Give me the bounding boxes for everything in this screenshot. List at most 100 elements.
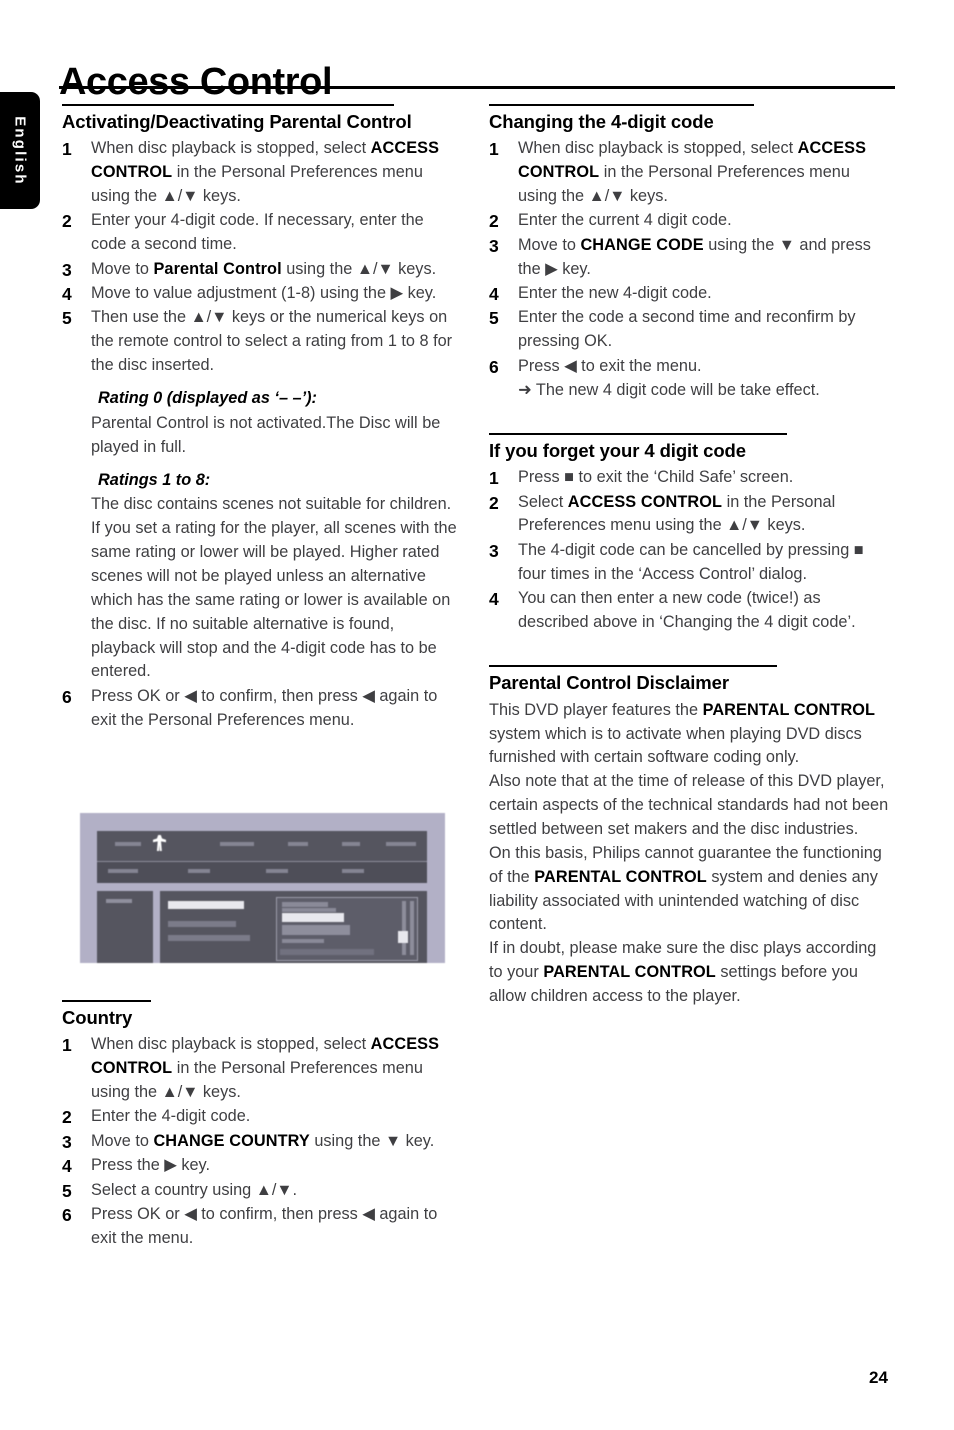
osd-tab-label <box>220 842 254 846</box>
language-tab-label: English <box>11 115 29 186</box>
osd-subtab-label <box>342 869 364 873</box>
section-heading: Parental Control Disclaimer <box>489 672 729 694</box>
section-activating-deactivating-parental-control: Activating/Deactivating Parental Control… <box>62 104 462 733</box>
left-column: Activating/Deactivating Parental Control… <box>62 104 462 734</box>
step-number: 5 <box>62 308 72 329</box>
step-list: 1 When disc playback is stopped, select A… <box>62 137 462 378</box>
note-body: Parental Control is not activated.The Di… <box>91 413 441 456</box>
section-rule <box>62 104 394 106</box>
step-number: 1 <box>62 1035 72 1056</box>
list-item: 3 Move to CHANGE COUNTRY using the ▼ key. <box>62 1130 462 1154</box>
step-text: Enter the 4-digit code. <box>91 1107 251 1126</box>
page-title: Access Control <box>59 61 333 104</box>
step-number: 2 <box>489 211 499 232</box>
step-text: Move to CHANGE COUNTRY using the ▼ key. <box>91 1131 435 1150</box>
step-number: 1 <box>489 139 499 160</box>
step-number: 3 <box>489 540 499 561</box>
step-number: 4 <box>62 284 72 305</box>
list-item: 2 Enter your 4-digit code. If necessary, … <box>62 209 462 257</box>
list-item: 4 Move to value adjustment (1-8) using th… <box>62 282 462 306</box>
step-number: 3 <box>62 1131 72 1152</box>
step-text: Press ■ to exit the ‘Child Safe’ screen. <box>518 468 794 487</box>
list-item: 4 You can then enter a new code (twice!) … <box>489 587 889 635</box>
list-item: 1 When disc playback is stopped, select A… <box>62 137 462 209</box>
page-number: 24 <box>869 1368 888 1387</box>
step-text: Enter the current 4 digit code. <box>518 211 732 230</box>
step-number: 5 <box>489 308 499 329</box>
step-text: Move to Parental Control using the ▲/▼ k… <box>91 259 437 278</box>
step-text: When disc playback is stopped, select AC… <box>91 1035 440 1102</box>
step-number: 3 <box>489 235 499 256</box>
left-column-lower: Country 1 When disc playback is stopped, … <box>62 1000 462 1251</box>
osd-left-item <box>106 899 132 903</box>
disclaimer-body: This DVD player features the PARENTAL CO… <box>489 699 889 1009</box>
osd-scrollbar-secondary[interactable] <box>410 901 414 955</box>
list-item: 2 Select ACCESS CONTROL in the Personal P… <box>489 491 889 539</box>
list-item: 2 Enter the 4-digit code. <box>62 1105 462 1129</box>
list-item: 1 When disc playback is stopped, select A… <box>489 137 889 209</box>
right-column: Changing the 4-digit code 1 When disc pla… <box>489 104 889 1009</box>
step-list: 1 Press ■ to exit the ‘Child Safe’ screen… <box>489 466 889 635</box>
paragraph: If in doubt, please make sure the disc p… <box>489 939 877 1005</box>
list-item: 4 Enter the new 4-digit code. <box>489 282 889 306</box>
osd-access-control-title <box>168 901 244 909</box>
step-text: Move to value adjustment (1-8) using the… <box>91 284 437 303</box>
note-rating-0: Rating 0 (displayed as ‘– –’): Parental … <box>62 387 462 460</box>
section-country: Country 1 When disc playback is stopped, … <box>62 1000 462 1251</box>
osd-dialog-line <box>282 902 328 907</box>
step-text: Then use the ▲/▼ keys or the numerical k… <box>91 308 453 375</box>
osd-tab-label <box>288 842 308 846</box>
osd-dialog-footer <box>280 949 374 955</box>
step-number: 3 <box>62 259 72 280</box>
paragraph: Also note that at the time of release of… <box>489 772 889 838</box>
step-text: Press the ▶ key. <box>91 1156 210 1175</box>
osd-top-bar <box>97 831 427 861</box>
step-list-final: 6 Press OK or ◀ to confirm, then press ◀ … <box>62 685 462 733</box>
list-item: 5 Then use the ▲/▼ keys or the numerical … <box>62 306 462 378</box>
substep-result: ➜ The new 4 digit code will be take effe… <box>518 381 820 399</box>
section-if-you-forget-your-4-digit-code: If you forget your 4 digit code 1 Press ■… <box>489 432 889 635</box>
step-number: 1 <box>62 139 72 160</box>
list-item: 5 Enter the code a second time and reconf… <box>489 306 889 354</box>
section-heading: Activating/Deactivating Parental Control <box>62 111 412 132</box>
step-number: 6 <box>489 356 499 377</box>
step-text: The 4-digit code can be cancelled by pre… <box>518 540 864 583</box>
list-item: 6 Press OK or ◀ to confirm, then press ◀ … <box>62 1203 462 1251</box>
step-text: Select a country using ▲/▼. <box>91 1180 297 1199</box>
osd-subtab-label <box>188 869 210 873</box>
osd-dialog-line <box>282 939 324 943</box>
list-item: 3 Move to Parental Control using the ▲/▼ … <box>62 258 462 282</box>
step-text: When disc playback is stopped, select AC… <box>518 139 867 206</box>
list-item: 3 Move to CHANGE CODE using the ▼ and pre… <box>489 234 889 282</box>
step-number: 1 <box>489 468 499 489</box>
section-rule <box>489 432 787 435</box>
note-title: Rating 0 (displayed as ‘– –’): <box>98 389 317 407</box>
step-number: 5 <box>62 1180 72 1201</box>
list-item: 6 Press ◀ to exit the menu. <box>489 355 889 379</box>
step-text: Enter the code a second time and reconfi… <box>518 308 856 351</box>
language-tab: English <box>0 92 40 209</box>
step-text: Move to CHANGE CODE using the ▼ and pres… <box>518 235 871 278</box>
osd-menu-item <box>168 921 236 927</box>
list-item: 4 Press the ▶ key. <box>62 1154 462 1178</box>
paragraph: This DVD player features the PARENTAL CO… <box>489 700 876 767</box>
step-list: 1 When disc playback is stopped, select A… <box>489 137 889 378</box>
osd-scrollbar[interactable] <box>402 901 406 955</box>
step-text: When disc playback is stopped, select AC… <box>91 139 440 206</box>
note-title: Ratings 1 to 8: <box>98 470 211 489</box>
step-number: 6 <box>62 1204 72 1225</box>
step-text: Enter your 4-digit code. If necessary, e… <box>91 211 424 254</box>
section-heading: Country <box>62 1007 133 1028</box>
section-rule <box>489 104 754 106</box>
osd-parental-level-label <box>282 913 344 922</box>
step-text: Enter the new 4-digit code. <box>518 284 712 303</box>
step-text: You can then enter a new code (twice!) a… <box>518 589 856 631</box>
section-heading: If you forget your 4 digit code <box>489 439 746 461</box>
section-changing-the-4-digit-code: Changing the 4-digit code 1 When disc pla… <box>489 104 889 403</box>
step-text: Press OK or ◀ to confirm, then press ◀ a… <box>91 1204 438 1247</box>
osd-tab-label <box>115 842 141 846</box>
osd-subtab-label <box>266 869 288 873</box>
step-number: 4 <box>62 1156 72 1177</box>
